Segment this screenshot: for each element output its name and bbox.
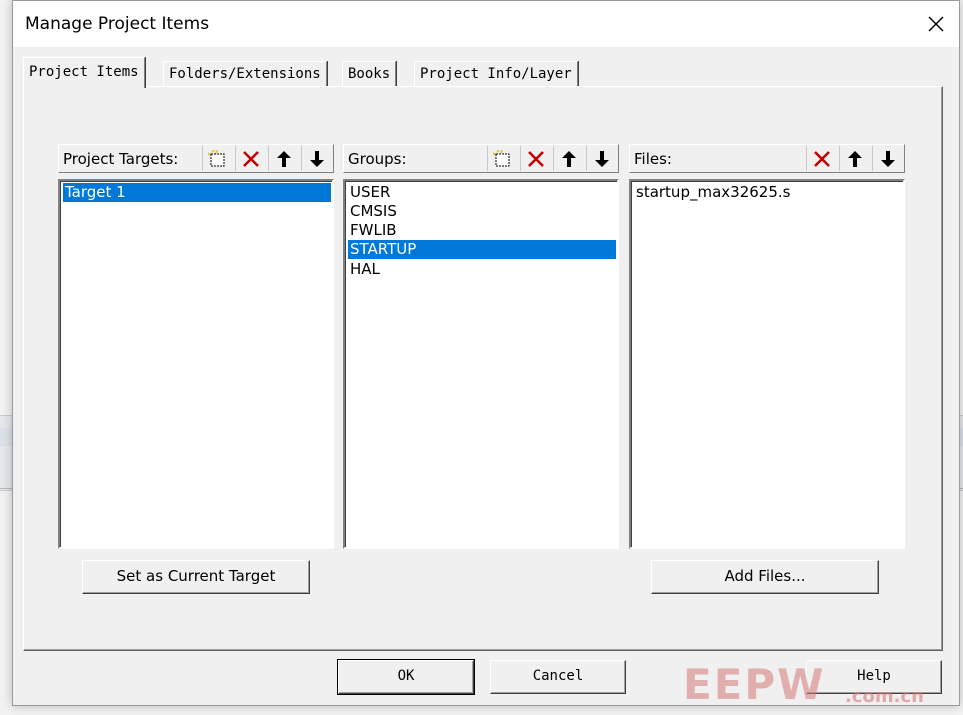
- move-target-up-button[interactable]: [268, 146, 299, 171]
- list-item[interactable]: STARTUP: [348, 240, 616, 259]
- delete-icon: [243, 150, 259, 167]
- project-items-panel: Project Targets: Target 1 Groups: USER C…: [23, 86, 943, 651]
- watermark-domain: .com.cn: [845, 686, 924, 707]
- list-item[interactable]: FWLIB: [348, 221, 616, 240]
- watermark-logo: EEPW: [683, 660, 826, 709]
- new-item-icon: [493, 149, 510, 166]
- targets-list[interactable]: Target 1: [58, 179, 334, 549]
- arrow-down-icon: [595, 150, 609, 167]
- arrow-down-icon: [881, 150, 895, 167]
- delete-icon: [528, 150, 544, 167]
- tab-project-items[interactable]: Project Items: [23, 57, 145, 88]
- arrow-down-icon: [310, 150, 324, 167]
- move-file-down-button[interactable]: [872, 146, 903, 171]
- delete-target-button[interactable]: [235, 146, 266, 171]
- add-files-button[interactable]: Add Files...: [651, 560, 879, 594]
- dialog-title: Manage Project Items: [25, 14, 210, 34]
- ok-button[interactable]: OK: [337, 659, 475, 695]
- list-item[interactable]: Target 1: [63, 183, 331, 202]
- tab-project-info-layer[interactable]: Project Info/Layer: [414, 61, 578, 86]
- new-item-icon: [208, 149, 225, 166]
- delete-icon: [814, 150, 830, 167]
- groups-list[interactable]: USER CMSIS FWLIB STARTUP HAL: [343, 179, 619, 549]
- move-group-down-button[interactable]: [586, 146, 617, 171]
- targets-label: Project Targets:: [63, 150, 179, 168]
- set-as-current-target-button[interactable]: Set as Current Target: [82, 560, 310, 594]
- targets-header: Project Targets:: [58, 144, 334, 173]
- manage-project-items-dialog: Manage Project Items Project Items Folde…: [12, 0, 960, 706]
- delete-file-button[interactable]: [806, 146, 837, 171]
- close-icon: [928, 16, 944, 32]
- delete-group-button[interactable]: [520, 146, 551, 171]
- list-item[interactable]: CMSIS: [348, 202, 616, 221]
- files-list[interactable]: startup_max32625.s: [629, 179, 905, 549]
- arrow-up-icon: [848, 150, 862, 167]
- list-item[interactable]: startup_max32625.s: [634, 183, 902, 202]
- list-item[interactable]: USER: [348, 183, 616, 202]
- cancel-button[interactable]: Cancel: [490, 660, 626, 694]
- new-group-button[interactable]: [487, 146, 518, 171]
- arrow-up-icon: [277, 150, 291, 167]
- close-button[interactable]: [913, 1, 959, 47]
- title-bar: Manage Project Items: [13, 1, 959, 47]
- move-group-up-button[interactable]: [553, 146, 584, 171]
- move-file-up-button[interactable]: [839, 146, 870, 171]
- tab-books[interactable]: Books: [342, 61, 397, 86]
- tab-folders-extensions[interactable]: Folders/Extensions: [163, 61, 327, 86]
- arrow-up-icon: [562, 150, 576, 167]
- new-target-button[interactable]: [202, 146, 233, 171]
- list-item[interactable]: HAL: [348, 260, 616, 279]
- files-label: Files:: [634, 150, 672, 168]
- groups-label: Groups:: [348, 150, 407, 168]
- move-target-down-button[interactable]: [301, 146, 332, 171]
- files-header: Files:: [629, 144, 905, 173]
- groups-header: Groups:: [343, 144, 619, 173]
